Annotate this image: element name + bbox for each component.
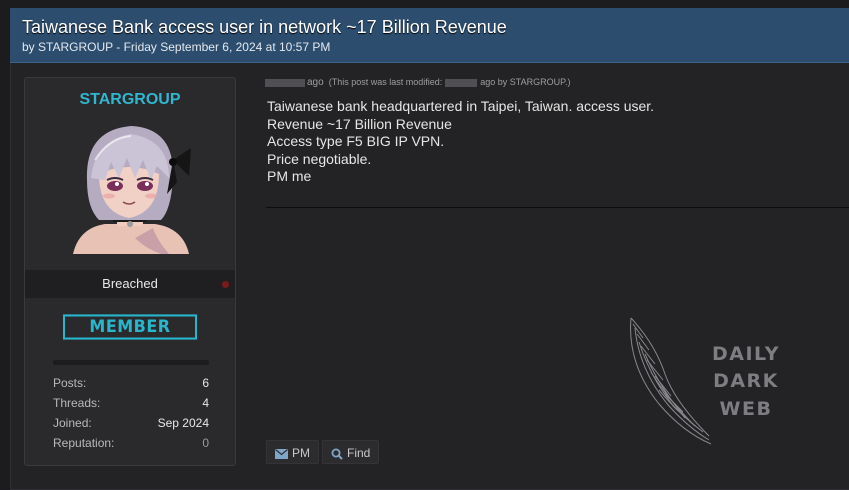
stat-label: Reputation: <box>53 436 115 450</box>
stat-label: Threads: <box>53 396 101 410</box>
stat-value: Sep 2024 <box>157 416 209 430</box>
signature-divider <box>266 207 849 208</box>
stat-label: Joined: <box>53 416 92 430</box>
avatar[interactable] <box>65 120 195 254</box>
redacted-modified-time <box>445 78 478 87</box>
find-button[interactable]: Find <box>322 440 380 464</box>
redacted-time <box>265 78 305 87</box>
offline-indicator-icon <box>222 281 229 288</box>
pm-button-label: PM <box>292 446 310 460</box>
modified-prefix: (This post was last modified: <box>328 77 443 87</box>
envelope-icon <box>275 448 288 459</box>
find-button-label: Find <box>347 446 371 460</box>
thread-header: Taiwanese Bank access user in network ~1… <box>10 8 849 63</box>
watermark-text: DARK <box>713 370 779 392</box>
stat-value: 0 <box>202 436 209 450</box>
user-profile-card: STARGROUP Breached MEMBER Posts: 6 Threa… <box>24 77 236 466</box>
post-line: Revenue ~17 Billion Revenue <box>267 115 452 132</box>
thread-meta: by STARGROUP - Friday September 6, 2024 … <box>22 40 331 54</box>
username-link[interactable]: STARGROUP <box>25 91 235 109</box>
thread-title: Taiwanese Bank access user in network ~1… <box>22 17 507 37</box>
stat-threads[interactable]: Threads: 4 <box>53 396 209 414</box>
stat-value: 4 <box>202 396 209 410</box>
pm-button[interactable]: PM <box>266 440 319 464</box>
online-status-bar: Breached <box>25 270 235 298</box>
stat-label: Posts: <box>53 376 87 390</box>
post-line: Taiwanese bank headquartered in Taipei, … <box>267 98 655 114</box>
user-status-label: Breached <box>102 276 158 291</box>
post-ago: ago <box>307 77 324 88</box>
post-line: Access type F5 BIG IP VPN. <box>267 133 445 149</box>
post-meta: ago (This post was last modified: ago by … <box>265 77 570 88</box>
watermark-text: DAILY <box>712 343 780 365</box>
post-line: Price negotiable. <box>267 150 372 167</box>
stat-joined: Joined: Sep 2024 <box>53 416 209 434</box>
stat-value: 6 <box>202 376 209 390</box>
stat-posts[interactable]: Posts: 6 <box>53 376 209 394</box>
reputation-bar <box>53 360 209 365</box>
search-icon <box>331 448 343 460</box>
post-line: PM me <box>267 168 312 184</box>
rank-badge: MEMBER <box>63 314 197 340</box>
post-body: Taiwanese bank headquartered in Taipei, … <box>267 98 654 186</box>
modified-suffix: ago by STARGROUP.) <box>480 77 571 87</box>
watermark-text: WEB <box>719 398 773 420</box>
stat-reputation[interactable]: Reputation: 0 <box>53 436 209 454</box>
